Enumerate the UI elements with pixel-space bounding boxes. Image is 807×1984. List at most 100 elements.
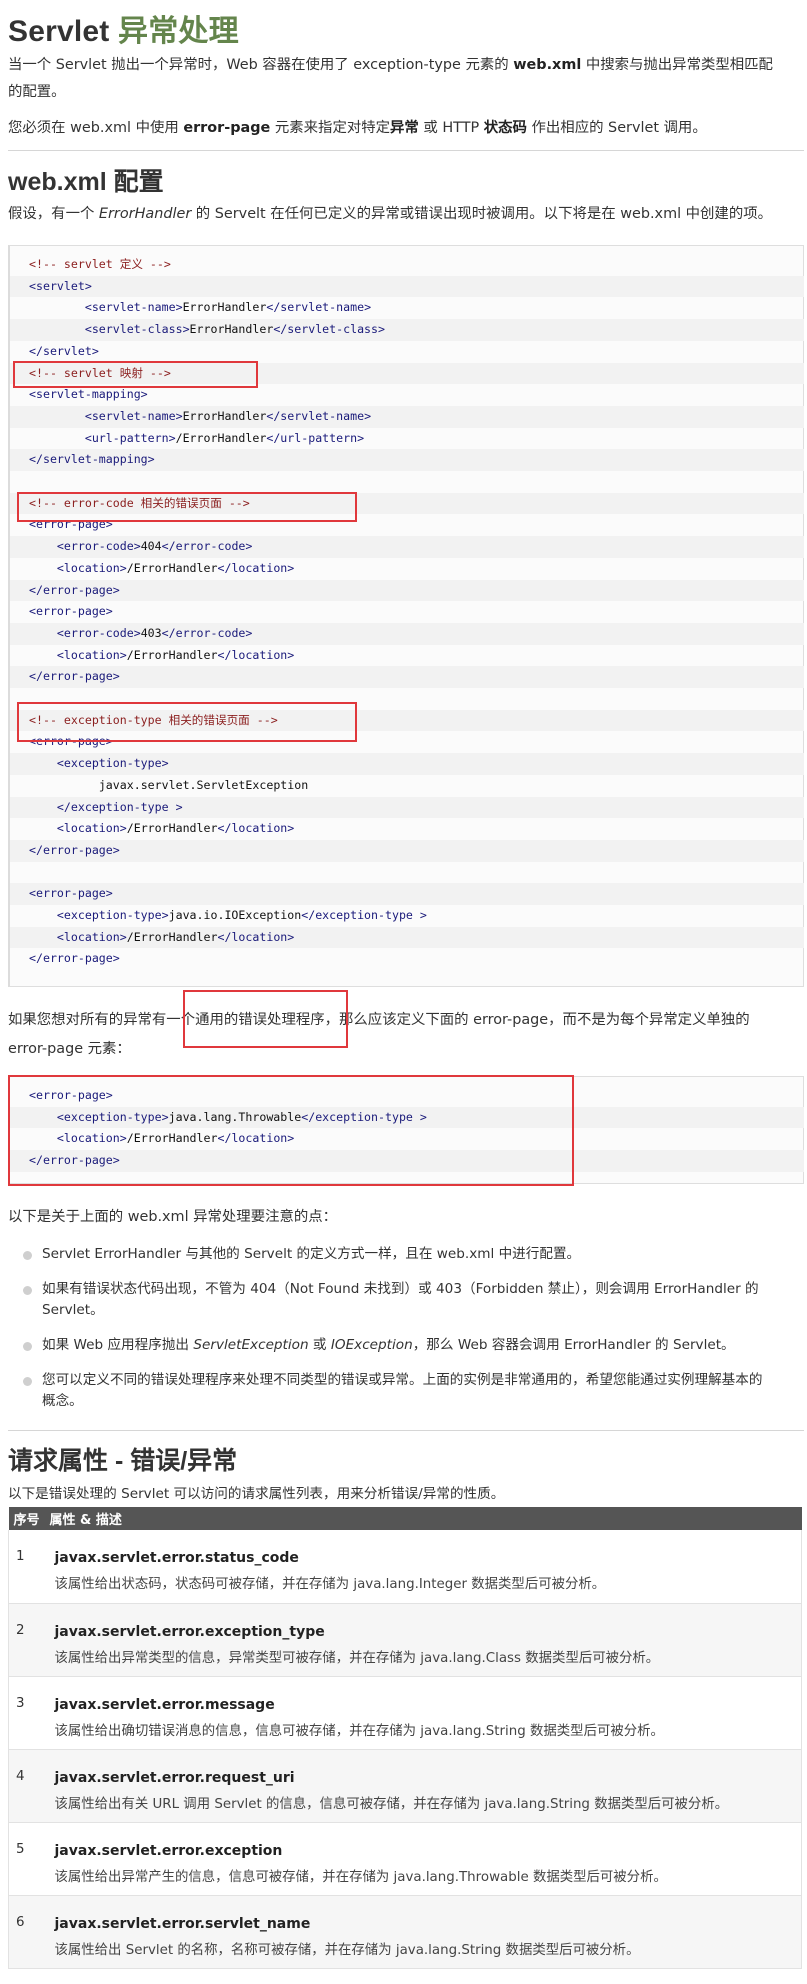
servlet-exception-italic: ServletException xyxy=(193,1337,309,1353)
table-row: 3 javax.servlet.error.message 该属性给出确切错误消息的… xyxy=(8,1676,802,1750)
desc-text: 假设，有一个 xyxy=(8,206,99,222)
title-prefix: Servlet xyxy=(8,15,110,48)
code-line: <servlet-name>ErrorHandler</servlet-name… xyxy=(10,405,804,428)
code-line: <error-page> xyxy=(10,601,804,623)
code-line: <location>/ErrorHandler</location> xyxy=(10,818,804,840)
error-page-bold: error-page xyxy=(183,120,271,136)
code-tag: </exception-type > xyxy=(56,799,183,814)
code-tag: </error-page> xyxy=(29,582,120,597)
row-description-cell: javax.servlet.error.exception_type 该属性给出异… xyxy=(44,1603,802,1677)
row-number: 3 xyxy=(8,1676,45,1750)
table-row: 2 javax.servlet.error.exception_type 该属性给出… xyxy=(8,1603,802,1677)
attribute-description: 该属性给出 Servlet 的名称，名称可被存储，并在存储为 java.lang… xyxy=(54,1942,640,1958)
code-text: ErrorHandler xyxy=(182,300,267,315)
intro-paragraph-1: 当一个 Servlet 抛出一个异常时，Web 容器在使用了 exception… xyxy=(8,52,804,106)
intro-text: 当一个 Servlet 抛出一个异常时，Web 容器在使用了 exception… xyxy=(8,57,514,73)
highlight-box-error-code xyxy=(17,492,357,522)
intro-webxml-bold: web.xml xyxy=(513,57,582,73)
code-line: </servlet-mapping> xyxy=(10,449,804,471)
code-tag: <exception-type> xyxy=(56,908,169,922)
highlight-box-exception-type xyxy=(17,702,357,742)
generic-text: error-page 元素： xyxy=(8,1041,131,1057)
code-line: javax.servlet.ServletException xyxy=(10,775,804,797)
note-text: 概念。 xyxy=(42,1393,83,1409)
highlight-box-servlet-mapping xyxy=(13,361,258,388)
error-handler-italic: ErrorHandler xyxy=(98,206,192,222)
code-tag: </error-code> xyxy=(161,625,253,640)
bullet-icon xyxy=(23,1286,32,1295)
code-text: /ErrorHandler xyxy=(126,821,218,836)
code-line: </error-page> xyxy=(10,948,804,970)
code-line: <servlet-name>ErrorHandler</servlet-name… xyxy=(10,297,804,319)
code-line: <servlet> xyxy=(10,275,804,298)
code-line: <exception-type>java.io.IOException</exc… xyxy=(10,905,804,927)
code-tag: </servlet-name> xyxy=(266,300,372,315)
code-line: <error-page> xyxy=(10,883,804,905)
code-tag: </error-page> xyxy=(29,842,120,857)
code-tag: </servlet-mapping> xyxy=(29,452,155,467)
note-text: 您可以定义不同的错误处理程序来处理不同类型的错误或异常。上面的实例是非常通用的，… xyxy=(42,1372,763,1388)
table-header-row: 序号 属性 & 描述 xyxy=(8,1507,802,1530)
divider xyxy=(8,150,804,151)
webxml-description: 假设，有一个 ErrorHandler 的 Servelt 在任何已定义的异常或… xyxy=(8,201,804,228)
table-row: 4 javax.servlet.error.request_uri 该属性给出有关 … xyxy=(8,1749,802,1823)
row-number: 6 xyxy=(8,1895,45,1969)
code-tag: </error-page> xyxy=(29,669,120,684)
code-line: <location>/ErrorHandler</location> xyxy=(10,558,804,580)
code-tag: </location> xyxy=(217,821,295,836)
code-tag: </servlet-class> xyxy=(273,322,385,337)
code-tag: <location> xyxy=(56,647,127,662)
code-tag: </error-page> xyxy=(29,951,120,966)
list-item: 您可以定义不同的错误处理程序来处理不同类型的错误或异常。上面的实例是非常通用的，… xyxy=(8,1370,804,1412)
attribute-name: javax.servlet.error.status_code xyxy=(54,1550,299,1566)
note-text: 如果 Web 应用程序抛出 xyxy=(42,1337,194,1353)
io-exception-italic: IOException xyxy=(330,1337,413,1353)
code-tag: </location> xyxy=(217,647,295,662)
intro-text: 您必须在 web.xml 中使用 xyxy=(8,120,184,136)
code-line: </error-page> xyxy=(10,839,804,862)
col-header-num: 序号 xyxy=(8,1507,45,1530)
bullet-icon xyxy=(23,1342,32,1351)
title-highlight: 异常处理 xyxy=(118,15,239,48)
attribute-name: javax.servlet.error.exception xyxy=(54,1842,283,1859)
attribute-name: javax.servlet.error.message xyxy=(54,1696,275,1713)
highlight-box-generic-handler xyxy=(183,990,348,1048)
code-tag: <servlet-name> xyxy=(84,300,183,315)
divider xyxy=(8,1430,804,1431)
attribute-description: 该属性给出异常类型的信息，异常类型可被存储，并在存储为 java.lang.Cl… xyxy=(54,1650,660,1666)
code-tag: </exception-type > xyxy=(301,908,427,922)
row-description-cell: javax.servlet.error.message 该属性给出确切错误消息的信… xyxy=(44,1676,802,1750)
code-line: <url-pattern>/ErrorHandler</url-pattern> xyxy=(10,428,804,450)
code-tag: </location> xyxy=(217,560,295,575)
intro-text: 或 HTTP xyxy=(418,120,484,136)
code-tag: <servlet-name> xyxy=(84,408,183,423)
bullet-icon xyxy=(23,1377,32,1386)
table-row: 6 javax.servlet.error.servlet_name 该属性给出 S… xyxy=(8,1895,802,1969)
section-heading-webxml: web.xml 配置 xyxy=(8,168,164,196)
code-text: ErrorHandler xyxy=(182,408,267,423)
intro-text: 中搜索与抛出异常类型相匹配 xyxy=(581,57,773,73)
row-description-cell: javax.servlet.error.exception 该属性给出异常产生的信… xyxy=(44,1822,802,1896)
exception-bold: 异常 xyxy=(390,120,419,136)
code-tag: <servlet-mapping> xyxy=(29,387,148,402)
intro-paragraph-2: 您必须在 web.xml 中使用 error-page 元素来指定对特定异常 或… xyxy=(8,115,804,142)
attribute-description: 该属性给出有关 URL 调用 Servlet 的信息，信息可被存储，并在存储为 … xyxy=(54,1796,729,1812)
list-item: 如果有错误状态代码出现，不管为 404（Not Found 未找到）或 403（… xyxy=(8,1279,804,1321)
code-line: </error-page> xyxy=(10,579,804,602)
table-row: 5 javax.servlet.error.exception 该属性给出异常产生的… xyxy=(8,1822,802,1896)
code-tag: <exception-type> xyxy=(56,756,169,771)
code-line: <exception-type> xyxy=(10,753,804,775)
col-header-desc: 属性 & 描述 xyxy=(44,1507,802,1530)
intro-text: 的配置。 xyxy=(8,84,66,100)
code-tag: <error-code> xyxy=(56,539,141,554)
table-row: 1 javax.servlet.error.status_code 该属性给出状态码… xyxy=(8,1530,802,1604)
highlight-box-generic-code xyxy=(8,1075,574,1186)
attributes-table-body: 1 javax.servlet.error.status_code 该属性给出状态码… xyxy=(8,1530,802,1969)
code-text: 403 xyxy=(140,625,162,640)
bullet-icon xyxy=(23,1251,32,1260)
code-tag: <servlet> xyxy=(29,278,92,293)
code-tag: </error-code> xyxy=(161,539,253,554)
code-line: </error-page> xyxy=(10,666,804,688)
